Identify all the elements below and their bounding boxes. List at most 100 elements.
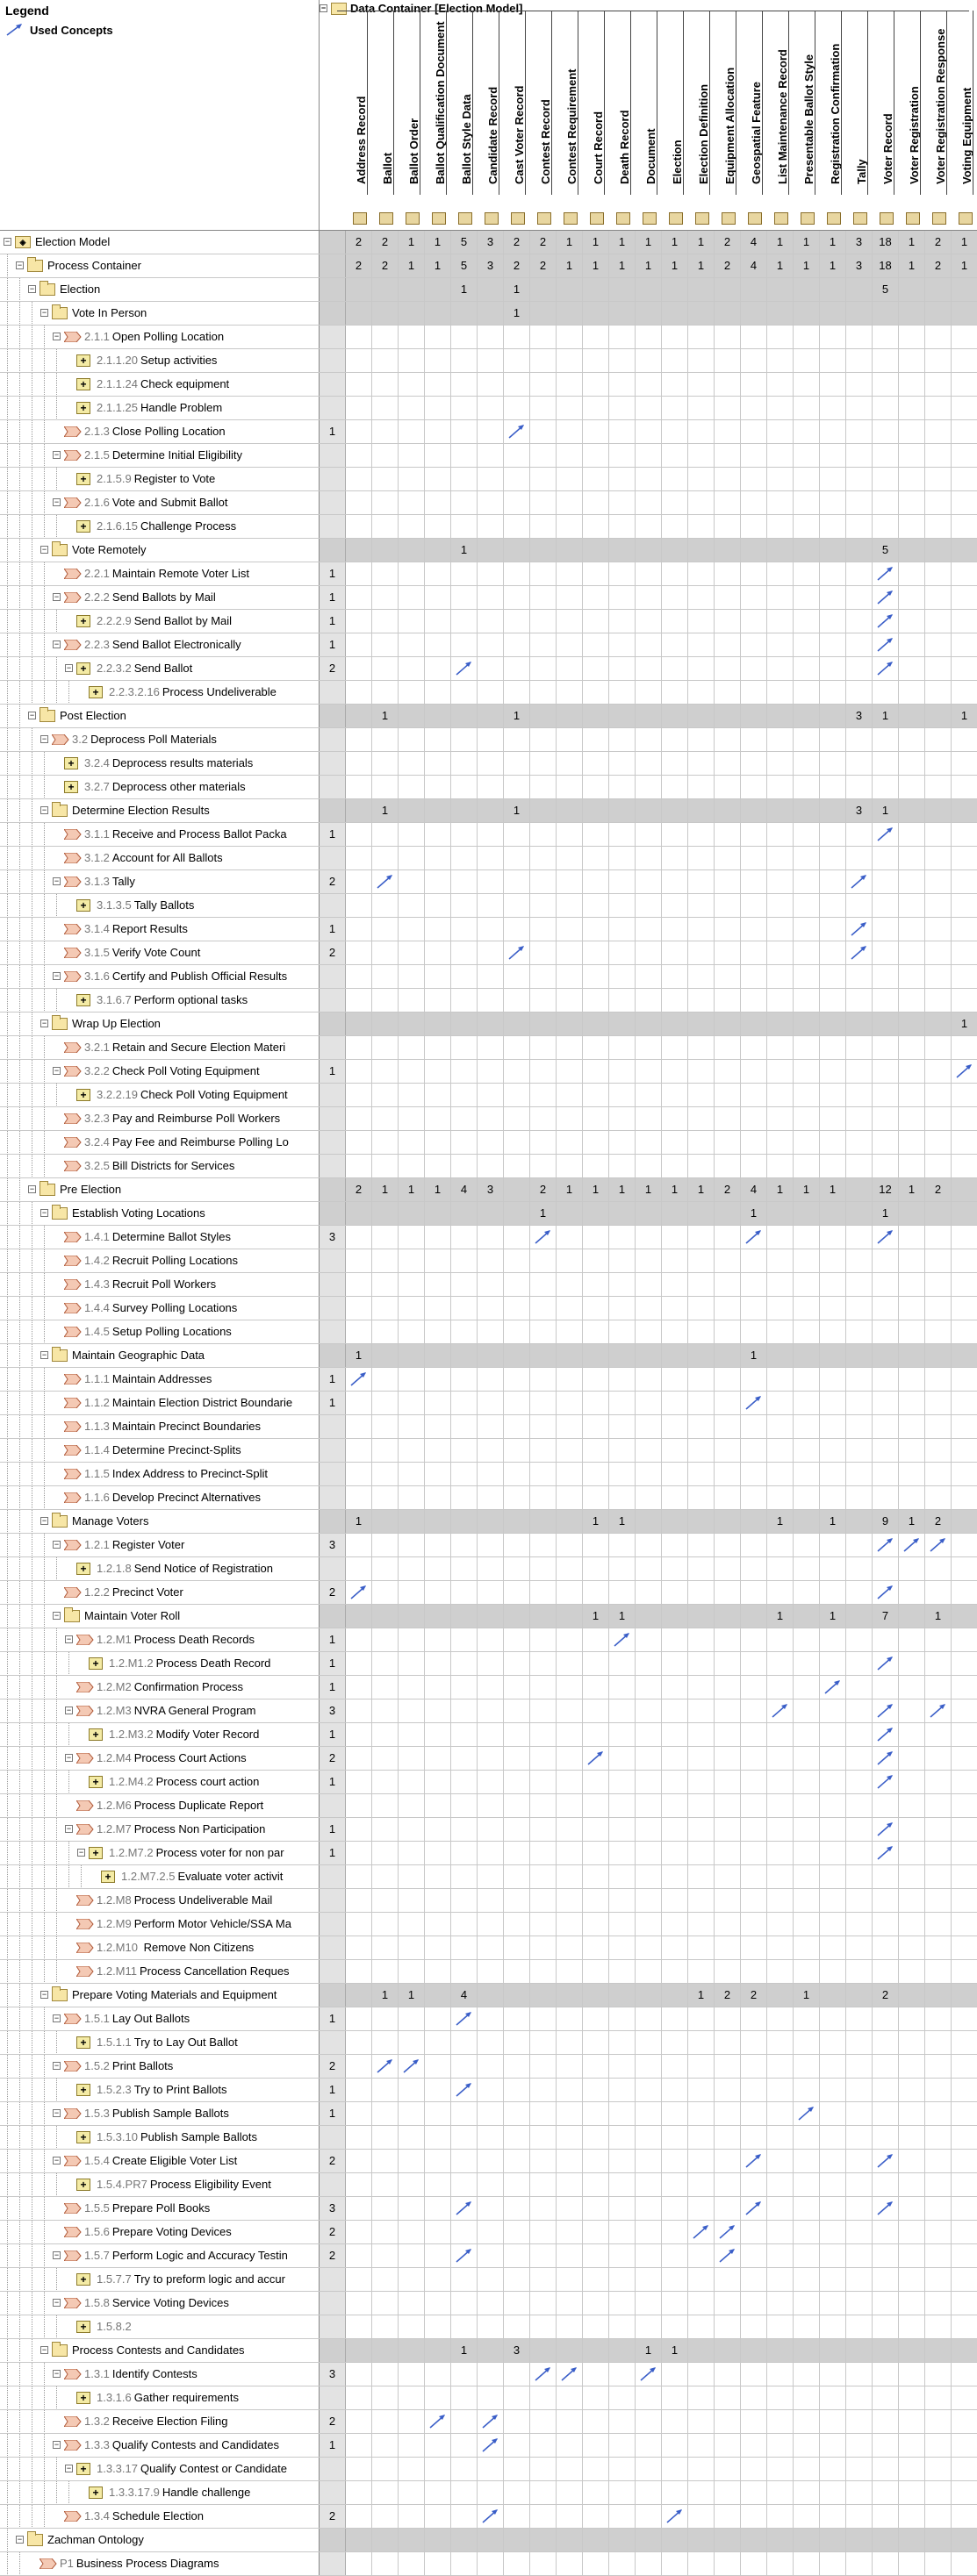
matrix-cell[interactable]: [609, 1794, 636, 1817]
matrix-cell[interactable]: [715, 2315, 741, 2338]
matrix-cell[interactable]: [952, 1486, 977, 1509]
matrix-cell[interactable]: [899, 1249, 925, 1272]
matrix-cell[interactable]: [688, 302, 715, 325]
table-row[interactable]: +1.5.4.PR7 Process Eligibility Event: [0, 2173, 977, 2197]
matrix-cell[interactable]: [794, 1202, 820, 1225]
matrix-cell[interactable]: [899, 1960, 925, 1983]
matrix-cell[interactable]: [662, 2244, 688, 2267]
matrix-cell[interactable]: [925, 1913, 952, 1936]
matrix-cell[interactable]: [451, 1368, 478, 1391]
matrix-cell[interactable]: [557, 1628, 583, 1651]
matrix-cell[interactable]: 3: [846, 231, 873, 254]
collapse-toggle[interactable]: −: [40, 1020, 48, 1027]
matrix-cell[interactable]: [662, 1084, 688, 1106]
matrix-cell[interactable]: [399, 2386, 425, 2409]
matrix-cell[interactable]: [899, 752, 925, 775]
matrix-cell[interactable]: [583, 349, 609, 372]
matrix-cell[interactable]: [478, 349, 504, 372]
matrix-cell[interactable]: [451, 2529, 478, 2551]
matrix-cell[interactable]: [741, 2102, 767, 2125]
matrix-cell[interactable]: [688, 752, 715, 775]
matrix-cell[interactable]: [741, 1013, 767, 1035]
matrix-cell[interactable]: [557, 1534, 583, 1556]
matrix-cell[interactable]: [530, 2079, 557, 2101]
matrix-cell[interactable]: [583, 1344, 609, 1367]
matrix-cell[interactable]: [952, 586, 977, 609]
matrix-cell[interactable]: [715, 633, 741, 656]
matrix-cell[interactable]: [425, 847, 451, 869]
matrix-cell[interactable]: [662, 2268, 688, 2291]
matrix-cell[interactable]: [557, 2197, 583, 2220]
matrix-cell[interactable]: [846, 444, 873, 467]
matrix-cell[interactable]: [372, 2292, 399, 2315]
matrix-cell[interactable]: [899, 302, 925, 325]
matrix-cell[interactable]: [346, 468, 372, 490]
matrix-cell[interactable]: [715, 444, 741, 467]
matrix-cell[interactable]: [794, 2410, 820, 2433]
matrix-cell[interactable]: [583, 1036, 609, 1059]
matrix-cell[interactable]: [952, 373, 977, 396]
matrix-cell[interactable]: [873, 2363, 899, 2386]
matrix-cell[interactable]: [688, 657, 715, 680]
matrix-cell[interactable]: [399, 1226, 425, 1249]
matrix-cell[interactable]: [873, 1534, 899, 1556]
matrix-cell[interactable]: [952, 515, 977, 538]
matrix-cell[interactable]: [399, 1865, 425, 1888]
matrix-cell[interactable]: [925, 1889, 952, 1912]
matrix-cell[interactable]: [715, 2386, 741, 2409]
matrix-cell[interactable]: [530, 2458, 557, 2480]
matrix-cell[interactable]: [504, 965, 530, 988]
matrix-cell[interactable]: [820, 1534, 846, 1556]
table-row[interactable]: −1.5.1 Lay Out Ballots 1: [0, 2007, 977, 2031]
matrix-cell[interactable]: [715, 1439, 741, 1462]
matrix-cell[interactable]: [794, 1510, 820, 1533]
matrix-cell[interactable]: [557, 2339, 583, 2362]
matrix-cell[interactable]: [741, 2150, 767, 2172]
matrix-cell[interactable]: [715, 1344, 741, 1367]
matrix-cell[interactable]: [925, 1320, 952, 1343]
matrix-cell[interactable]: [609, 610, 636, 633]
matrix-cell[interactable]: [794, 444, 820, 467]
matrix-cell[interactable]: [557, 2458, 583, 2480]
matrix-cell[interactable]: [530, 1036, 557, 1059]
matrix-cell[interactable]: [873, 1131, 899, 1154]
matrix-cell[interactable]: [425, 1249, 451, 1272]
matrix-cell[interactable]: [925, 1699, 952, 1722]
matrix-cell[interactable]: [873, 1771, 899, 1793]
matrix-cell[interactable]: [399, 373, 425, 396]
matrix-cell[interactable]: [662, 1557, 688, 1580]
collapse-toggle[interactable]: −: [53, 333, 61, 340]
matrix-cell[interactable]: [372, 491, 399, 514]
matrix-cell[interactable]: [557, 681, 583, 704]
matrix-cell[interactable]: [557, 1960, 583, 1983]
matrix-cell[interactable]: [820, 633, 846, 656]
matrix-cell[interactable]: [609, 468, 636, 490]
matrix-cell[interactable]: [372, 1842, 399, 1864]
matrix-cell[interactable]: [846, 1415, 873, 1438]
matrix-cell[interactable]: [609, 918, 636, 941]
matrix-cell[interactable]: [557, 2505, 583, 2528]
matrix-cell[interactable]: [794, 2458, 820, 2480]
matrix-cell[interactable]: [952, 491, 977, 514]
collapse-toggle[interactable]: −: [40, 1351, 48, 1359]
tree-cell[interactable]: − +1.2.M7.2 Process voter for non par: [0, 1842, 320, 1864]
matrix-cell[interactable]: [372, 2079, 399, 2101]
matrix-cell[interactable]: [873, 2386, 899, 2409]
matrix-cell[interactable]: [767, 2126, 794, 2149]
matrix-cell[interactable]: [636, 610, 662, 633]
table-row[interactable]: 1.4.1 Determine Ballot Styles 3: [0, 1226, 977, 1249]
matrix-cell[interactable]: [873, 728, 899, 751]
matrix-cell[interactable]: [846, 1202, 873, 1225]
table-row[interactable]: +1.5.7.7 Try to preform logic and accur: [0, 2268, 977, 2292]
matrix-cell[interactable]: 1: [662, 1178, 688, 1201]
matrix-cell[interactable]: [346, 2268, 372, 2291]
matrix-cell[interactable]: [925, 2339, 952, 2362]
matrix-cell[interactable]: [715, 373, 741, 396]
matrix-cell[interactable]: [925, 2505, 952, 2528]
matrix-cell[interactable]: [662, 2007, 688, 2030]
matrix-cell[interactable]: [820, 1084, 846, 1106]
tree-cell[interactable]: +1.2.M4.2 Process court action: [0, 1771, 320, 1793]
matrix-cell[interactable]: [636, 491, 662, 514]
matrix-cell[interactable]: [741, 1581, 767, 1604]
matrix-cell[interactable]: [451, 633, 478, 656]
